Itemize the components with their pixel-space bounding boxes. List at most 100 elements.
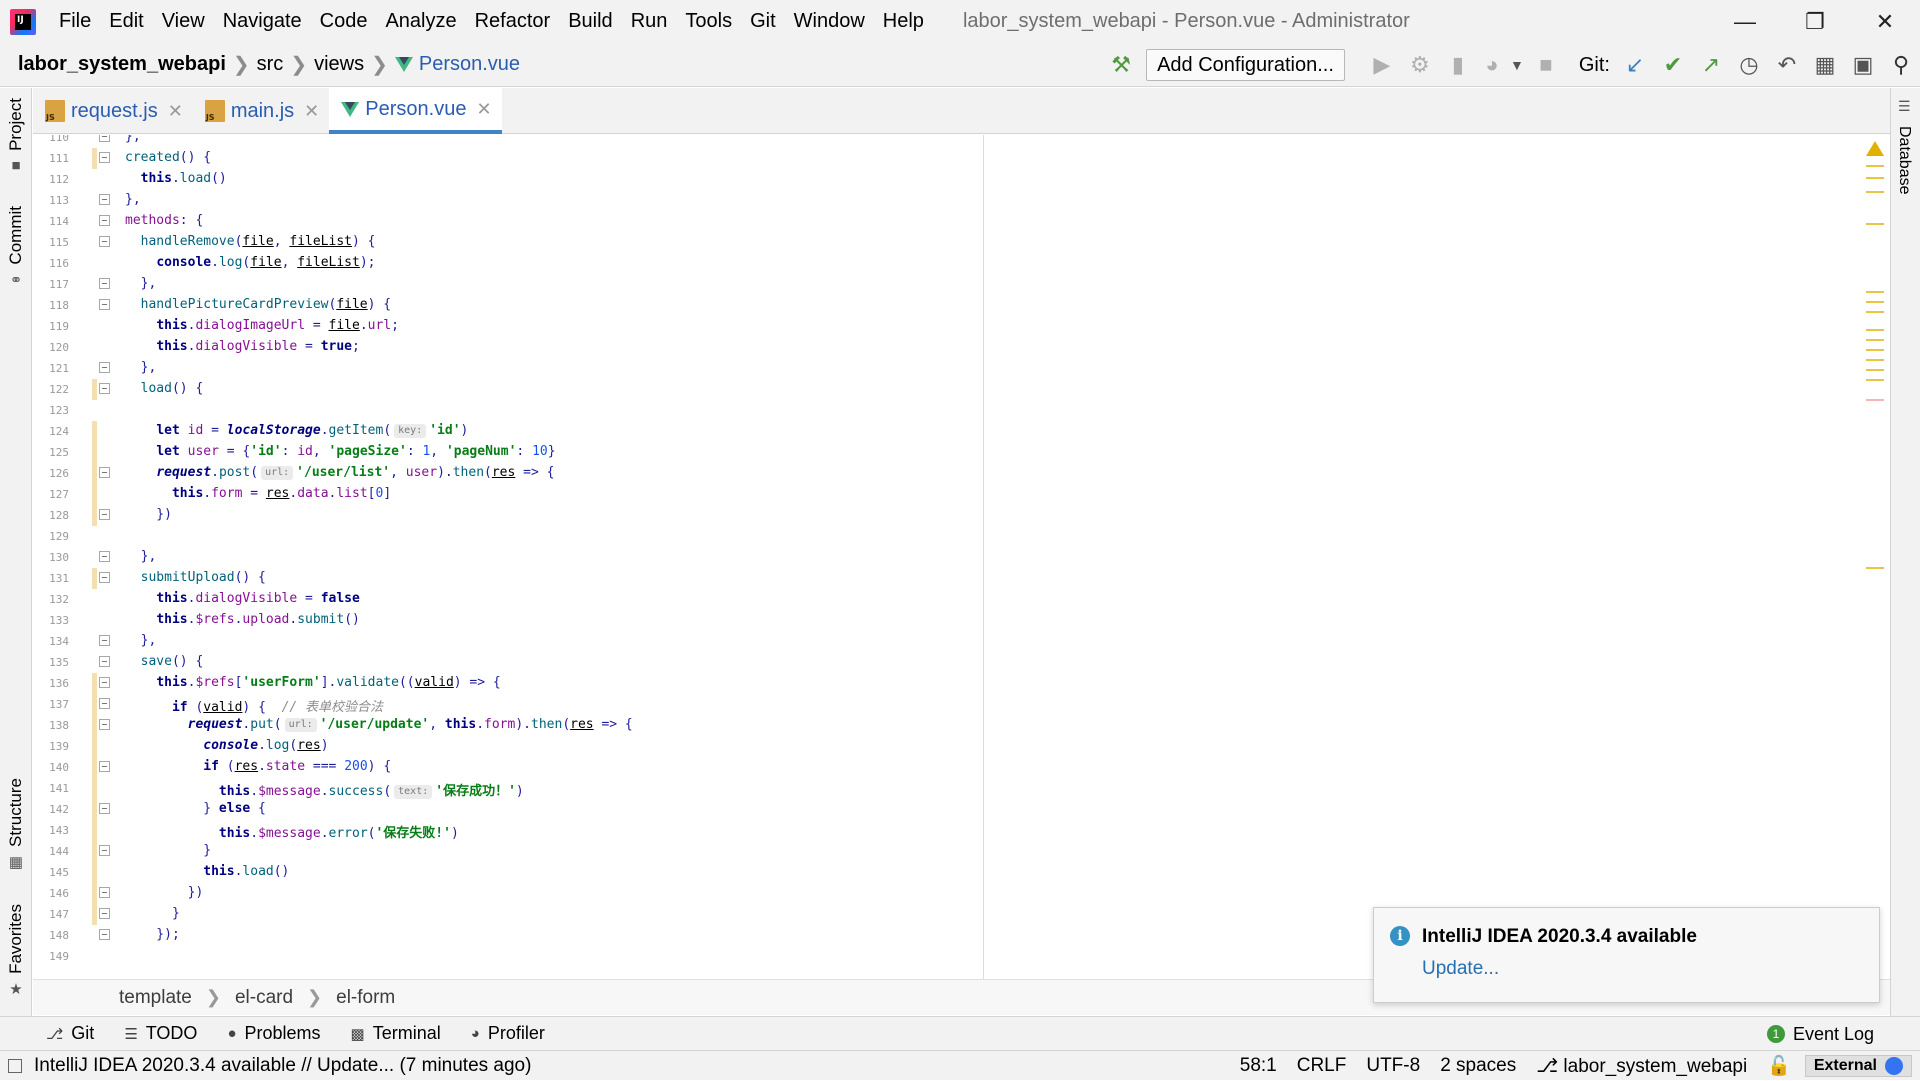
- restore-icon[interactable]: ❐: [1780, 0, 1850, 43]
- tab-label: main.js: [230, 99, 295, 122]
- error-stripe[interactable]: [1858, 135, 1890, 979]
- git-commit-icon[interactable]: ✔: [1654, 43, 1692, 87]
- nav-file[interactable]: Person.vue: [419, 53, 520, 76]
- breadcrumb-template[interactable]: template: [119, 987, 192, 1009]
- menu-code[interactable]: Code: [311, 0, 377, 43]
- search-icon[interactable]: ⚲: [1882, 43, 1920, 87]
- event-log-button[interactable]: 1 Event Log: [1766, 1017, 1874, 1051]
- star-icon: ★: [9, 980, 23, 998]
- menu-edit[interactable]: Edit: [100, 0, 152, 43]
- status-message[interactable]: IntelliJ IDEA 2020.3.4 available // Upda…: [8, 1055, 531, 1077]
- menu-help[interactable]: Help: [874, 0, 933, 43]
- build-hammer-icon[interactable]: ⚒: [1102, 43, 1140, 87]
- nav-views[interactable]: views: [314, 53, 364, 76]
- project-structure-icon[interactable]: ▦: [1806, 43, 1844, 87]
- commit-tool-tab[interactable]: Commit ⚭: [0, 206, 32, 289]
- git-update-icon[interactable]: ↙: [1616, 43, 1654, 87]
- menu-window[interactable]: Window: [785, 0, 874, 43]
- warning-icon[interactable]: [1866, 141, 1884, 156]
- caret-position[interactable]: 58:1: [1240, 1055, 1277, 1077]
- breadcrumb-el-card[interactable]: el-card: [235, 987, 293, 1009]
- coverage-icon[interactable]: ▮: [1439, 43, 1477, 87]
- profile-icon[interactable]: ◕: [1477, 43, 1507, 87]
- stripe-mark: [1866, 329, 1884, 331]
- minimize-icon[interactable]: —: [1710, 0, 1780, 43]
- add-configuration-button[interactable]: Add Configuration...: [1146, 49, 1345, 81]
- update-link[interactable]: Update...: [1422, 958, 1499, 980]
- menu-build[interactable]: Build: [559, 0, 621, 43]
- favorites-tab-label: Favorites: [6, 904, 25, 974]
- code-line: 137 if (valid) { // 表单校验合法: [33, 694, 1033, 715]
- breadcrumb-el-form[interactable]: el-form: [336, 987, 395, 1009]
- intellij-logo-icon: IJ: [10, 8, 36, 35]
- terminal-tool-label: Terminal: [372, 1023, 441, 1043]
- git-rollback-icon[interactable]: ↶: [1768, 43, 1806, 87]
- terminal-icon: ▩: [350, 1025, 365, 1043]
- git-push-icon[interactable]: ↗: [1692, 43, 1730, 87]
- code-line: 111 created() {: [33, 148, 1033, 169]
- git-history-icon[interactable]: ◷: [1730, 43, 1768, 87]
- update-notification: i IntelliJ IDEA 2020.3.4 available Updat…: [1373, 907, 1880, 1003]
- indent-setting[interactable]: 2 spaces: [1440, 1055, 1516, 1077]
- memory-indicator-icon: [1885, 1057, 1903, 1075]
- profiler-tool-button[interactable]: ◕ Profiler: [471, 1023, 545, 1044]
- nav-src[interactable]: src: [257, 53, 284, 76]
- tab-label: request.js: [71, 99, 158, 122]
- problems-tool-label: Problems: [244, 1023, 321, 1043]
- chevron-down-icon[interactable]: ▼: [1507, 43, 1527, 87]
- run-icon[interactable]: ▶: [1363, 43, 1401, 87]
- close-icon[interactable]: ✕: [1850, 0, 1920, 43]
- menu-analyze[interactable]: Analyze: [376, 0, 465, 43]
- debug-icon[interactable]: ⚙: [1401, 43, 1439, 87]
- code-line: 116 console.log(file, fileList);: [49, 255, 376, 270]
- structure-icon: ▦: [8, 853, 24, 871]
- tab-request-js[interactable]: request.js ✕: [33, 88, 193, 134]
- event-log-label: Event Log: [1792, 1023, 1874, 1044]
- terminal-tool-button[interactable]: ▩ Terminal: [351, 1023, 441, 1044]
- window-title: labor_system_webapi - Person.vue - Admin…: [962, 10, 1410, 32]
- stripe-mark: [1866, 311, 1884, 313]
- database-tool-tab[interactable]: Database: [1895, 126, 1913, 195]
- code-line: 140 if (res.state === 200) {: [33, 757, 1033, 778]
- menu-tools[interactable]: Tools: [676, 0, 741, 43]
- menu-git[interactable]: Git: [741, 0, 785, 43]
- tab-person-vue[interactable]: Person.vue ✕: [329, 88, 502, 134]
- menu-run[interactable]: Run: [622, 0, 677, 43]
- code-line: 138 request.put(url: '/user/update', this…: [33, 715, 1033, 736]
- folder-icon: ■: [11, 156, 21, 174]
- stop-icon[interactable]: ■: [1527, 43, 1565, 87]
- project-tool-tab[interactable]: Project ■: [0, 98, 32, 174]
- code-line: 115 handleRemove(file, fileList) {: [49, 234, 376, 249]
- menu-refactor[interactable]: Refactor: [466, 0, 560, 43]
- menu-view[interactable]: View: [153, 0, 214, 43]
- line-separator[interactable]: CRLF: [1297, 1055, 1347, 1077]
- git-branch-widget[interactable]: ⎇ labor_system_webapi: [1536, 1055, 1747, 1078]
- profiler-icon: ◕: [470, 1025, 480, 1042]
- code-line: 110},: [33, 135, 1033, 148]
- nav-project[interactable]: labor_system_webapi: [18, 53, 226, 76]
- code-editor[interactable]: 110}, 111 created() { 112 this.load() 113…: [33, 135, 1890, 979]
- code-line: 132 this.dialogVisible = false: [49, 591, 360, 606]
- window-controls: — ❐ ✕: [1710, 0, 1920, 43]
- code-line: 148 });: [49, 927, 180, 942]
- external-widget[interactable]: External: [1804, 1055, 1912, 1077]
- file-encoding[interactable]: UTF-8: [1366, 1055, 1420, 1077]
- presentation-icon[interactable]: ▣: [1844, 43, 1882, 87]
- close-tab-icon[interactable]: ✕: [476, 99, 491, 120]
- favorites-tool-tab[interactable]: Favorites ★: [0, 904, 32, 998]
- nav-separator-icon: ❯: [371, 54, 388, 76]
- breadcrumb-separator-icon: ❯: [307, 987, 323, 1007]
- structure-tool-tab[interactable]: Structure ▦: [0, 778, 32, 871]
- close-tab-icon[interactable]: ✕: [304, 101, 319, 122]
- tab-main-js[interactable]: main.js ✕: [193, 88, 329, 134]
- menu-file[interactable]: File: [50, 0, 100, 43]
- project-tab-label: Project: [6, 98, 25, 151]
- tool-windows-toggle-icon[interactable]: [8, 1058, 22, 1073]
- menu-navigate[interactable]: Navigate: [214, 0, 311, 43]
- close-tab-icon[interactable]: ✕: [168, 101, 183, 122]
- breadcrumb-separator-icon: ❯: [205, 987, 221, 1007]
- lock-icon[interactable]: 🔓: [1767, 1054, 1791, 1078]
- problems-tool-button[interactable]: ● Problems: [227, 1023, 320, 1044]
- todo-tool-button[interactable]: ☰ TODO: [124, 1023, 197, 1044]
- git-tool-button[interactable]: ⎇ Git: [46, 1023, 94, 1044]
